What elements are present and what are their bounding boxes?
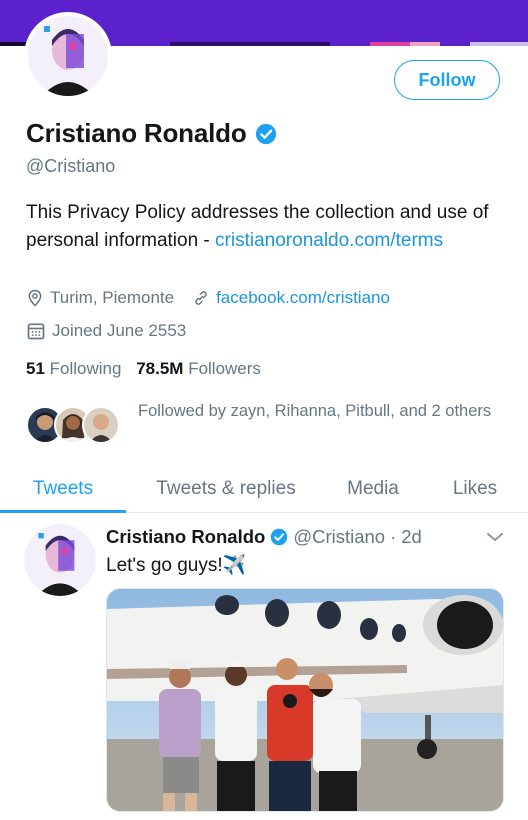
link-icon [195, 291, 207, 305]
tweet-text: Let's go guys!✈️ [106, 555, 247, 576]
profile-website[interactable]: facebook.com/cristiano [216, 288, 390, 308]
followed-by-section[interactable]: Followed by zayn, Rihanna, Pitbull, and … [26, 398, 506, 450]
verified-badge-icon [255, 123, 276, 144]
tweet-author-handle: @Cristiano [293, 526, 386, 547]
profile-avatar[interactable] [24, 12, 112, 100]
follow-counts: 51 Following 78.5M Followers [26, 359, 261, 379]
tab-tweets-replies-label: Tweets & replies [156, 478, 296, 499]
banner-stripe [470, 42, 528, 46]
tab-tweets[interactable]: Tweets [0, 466, 126, 512]
profile-name: Cristiano Ronaldo [26, 118, 277, 149]
banner-stripe [410, 42, 440, 46]
tweet-header: Cristiano Ronaldo @Cristiano · 2d [106, 526, 422, 548]
tab-media[interactable]: Media [330, 466, 416, 512]
tab-likes-label: Likes [452, 478, 498, 499]
profile-bio: This Privacy Policy addresses the collec… [26, 199, 506, 254]
tab-likes[interactable]: Likes [438, 466, 512, 512]
followers-link[interactable]: 78.5M Followers [136, 359, 261, 378]
tweet-time[interactable]: 2d [401, 526, 422, 548]
followers-label: Followers [188, 359, 261, 378]
tweet-media-image[interactable] [106, 588, 504, 812]
profile-location: Turim, Piemonte [50, 288, 175, 307]
calendar-icon [27, 323, 45, 340]
follower-avatar [82, 406, 120, 444]
profile-joined: Joined June 2553 [52, 321, 187, 340]
profile-name-text: Cristiano Ronaldo [26, 118, 247, 148]
banner-stripe [370, 42, 410, 46]
active-tab-indicator [0, 510, 126, 513]
profile-handle: @Cristiano [26, 156, 116, 176]
bio-link[interactable]: cristianoronaldo.com/terms [215, 230, 443, 251]
profile-joined-row: Joined June 2553 [26, 321, 186, 341]
following-label: Following [49, 359, 122, 378]
tweet-separator: · [390, 526, 397, 547]
followed-by-text: Followed by zayn, Rihanna, Pitbull, and … [138, 402, 492, 420]
banner-stripe [170, 42, 330, 46]
verified-badge-icon [271, 528, 288, 546]
follow-button[interactable]: Follow [394, 60, 500, 100]
jet-photo [107, 589, 503, 811]
followers-count: 78.5M [136, 359, 184, 378]
tab-media-label: Media [347, 478, 399, 499]
following-count: 51 [26, 359, 45, 378]
tweet-avatar[interactable] [24, 524, 96, 596]
profile-meta-row: Turim, Piemonte facebook.com/cristiano [26, 288, 390, 308]
following-link[interactable]: 51 Following [26, 359, 121, 378]
location-icon [28, 289, 42, 307]
tweet-author-name[interactable]: Cristiano Ronaldo [106, 526, 265, 548]
tab-tweets-label: Tweets [32, 478, 94, 499]
profile-tabs: Tweets Tweets & replies Media Likes [0, 466, 528, 513]
chevron-down-icon[interactable] [484, 528, 506, 546]
tab-tweets-replies[interactable]: Tweets & replies [138, 466, 314, 512]
